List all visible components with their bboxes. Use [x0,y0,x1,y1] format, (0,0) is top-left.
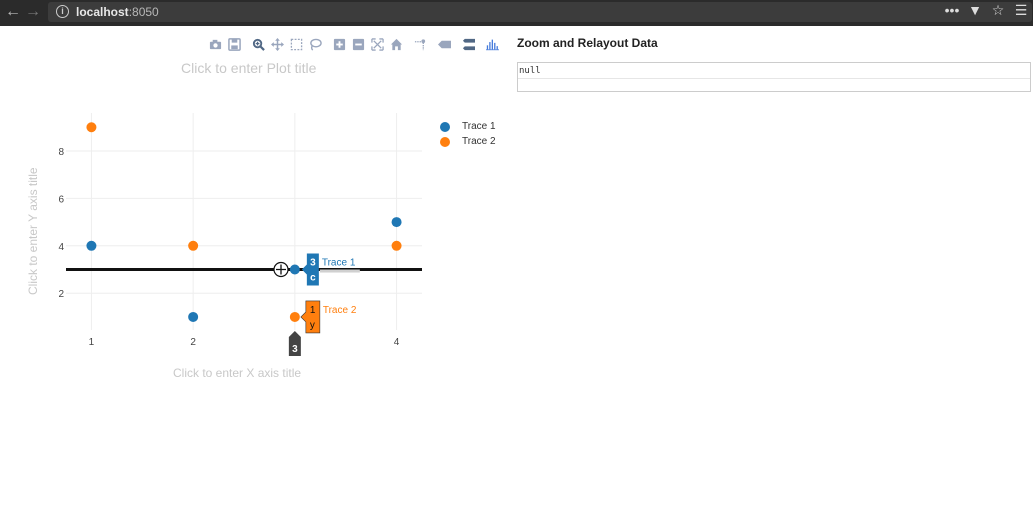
data-point-trace-2 [391,240,402,251]
data-point-trace-1 [188,311,199,322]
data-point-trace-2 [86,122,97,133]
data-point-trace-1 [86,240,97,251]
y-tick-label: 4 [58,242,64,253]
legend-item-trace-1[interactable]: Trace 1 [440,119,496,134]
hamburger-menu-icon[interactable]: ☰ [1013,2,1029,19]
more-options-icon[interactable]: ••• [944,2,960,19]
legend-label-trace-1: Trace 1 [462,121,496,132]
scatter-chart[interactable]: 123424683cTrace 11yTrace 23 [0,0,510,380]
x-tick-label: 2 [190,337,196,348]
x-tick-label: 1 [89,337,95,348]
legend-item-trace-2[interactable]: Trace 2 [440,134,496,149]
relayout-data-output: null [517,62,1031,92]
legend-label-trace-2: Trace 2 [462,136,496,147]
hover-label-trace-2-value: 1 [310,305,316,316]
hover-label-trace-2-name: Trace 2 [323,305,357,316]
data-point-trace-2 [188,240,199,251]
hover-label-trace-1-name: Trace 1 [322,258,356,269]
relayout-data-value: null [519,66,541,76]
data-point-trace-1 [289,264,300,275]
legend-marker-trace-2 [440,136,450,147]
hover-label-trace-1-connector [319,269,360,273]
chart-legend: Trace 1 Trace 2 [440,119,496,149]
hover-label-trace-2-category: y [310,320,315,331]
data-point-trace-2 [289,311,300,322]
data-point-trace-1 [391,217,402,228]
hover-x-label-text: 3 [292,344,298,355]
bookmark-star-icon[interactable]: ☆ [990,2,1006,19]
relayout-data-heading: Zoom and Relayout Data [517,36,658,50]
y-tick-label: 2 [58,289,64,300]
x-tick-label: 4 [394,337,400,348]
legend-marker-trace-1 [440,121,450,132]
pocket-icon[interactable]: ▼ [967,2,983,19]
y-tick-label: 6 [58,194,64,205]
hover-label-trace-1-value: 3 [310,258,316,269]
browser-actions: ••• ▼ ☆ ☰ [944,2,1029,19]
output-divider [518,78,1030,79]
hover-label-trace-1-category: c [310,273,316,284]
y-tick-label: 8 [58,147,64,158]
